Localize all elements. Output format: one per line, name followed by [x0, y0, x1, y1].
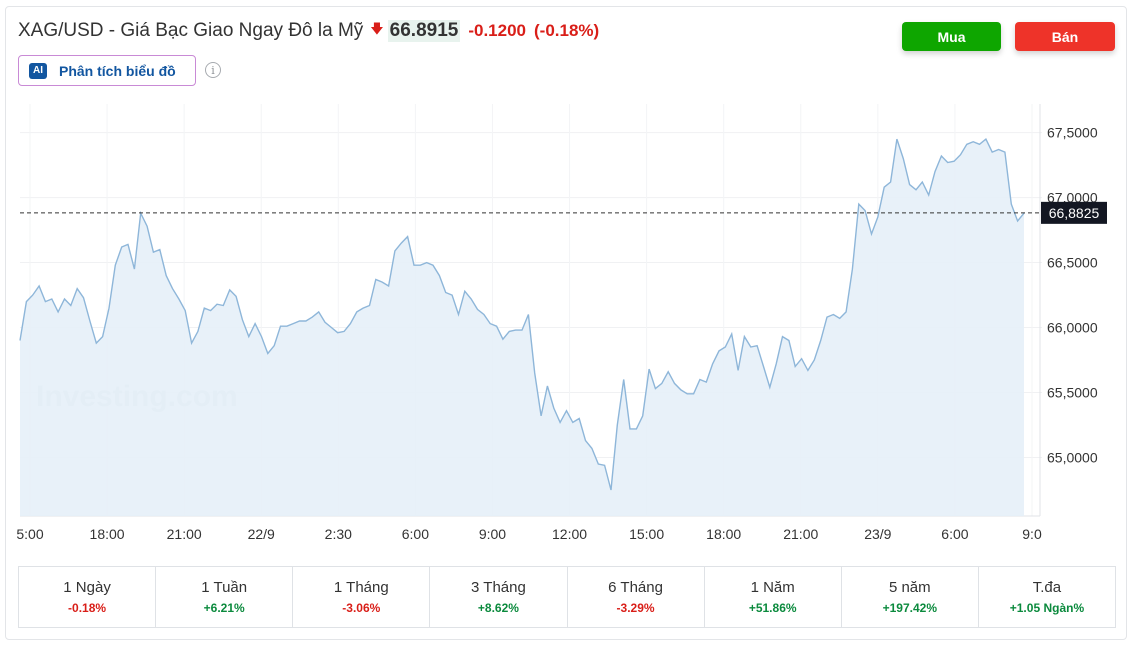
x-tick-label: 21:00: [167, 526, 202, 542]
y-tick-label: 65,5000: [1047, 385, 1098, 401]
performance-periods: 1 Ngày -0.18% 1 Tuần +6.21% 1 Tháng -3.0…: [18, 566, 1116, 628]
period-6-months[interactable]: 6 Tháng -3.29%: [568, 567, 705, 627]
x-tick-label: 5:00: [16, 526, 43, 542]
period-change: +51.86%: [748, 601, 797, 615]
period-1-year[interactable]: 1 Năm +51.86%: [705, 567, 842, 627]
period-change: +197.42%: [882, 601, 937, 615]
x-tick-label: 18:00: [90, 526, 125, 542]
x-tick-label: 12:00: [552, 526, 587, 542]
period-change: -0.18%: [68, 601, 107, 615]
x-tick-label: 22/9: [248, 526, 275, 542]
x-tick-label: 9:00: [479, 526, 506, 542]
x-tick-label: 23/9: [864, 526, 891, 542]
period-1-day[interactable]: 1 Ngày -0.18%: [19, 567, 157, 627]
period-change: +1.05 Ngàn%: [1009, 601, 1085, 615]
y-tick-label: 67,5000: [1047, 125, 1098, 141]
x-tick-label: 21:00: [783, 526, 818, 542]
y-tick-label: 66,5000: [1047, 255, 1098, 271]
x-tick-label: 6:00: [402, 526, 429, 542]
period-max[interactable]: T.đa +1.05 Ngàn%: [979, 567, 1115, 627]
x-tick-label: 15:00: [629, 526, 664, 542]
period-1-month[interactable]: 1 Tháng -3.06%: [293, 567, 431, 627]
x-tick-label: 6:00: [941, 526, 968, 542]
x-tick-label: 2:30: [325, 526, 352, 542]
period-change: +6.21%: [203, 601, 245, 615]
x-tick-label: 9:0: [1022, 526, 1042, 542]
period-change: +8.62%: [477, 601, 519, 615]
period-change: -3.06%: [342, 601, 381, 615]
x-tick-label: 18:00: [706, 526, 741, 542]
y-tick-label: 65,0000: [1047, 450, 1098, 466]
period-change: -3.29%: [616, 601, 655, 615]
current-price-label: 66,8825: [1049, 205, 1100, 221]
period-1-week[interactable]: 1 Tuần +6.21%: [156, 567, 294, 627]
y-tick-label: 66,0000: [1047, 320, 1098, 336]
period-5-years[interactable]: 5 năm +197.42%: [842, 567, 979, 627]
period-3-months[interactable]: 3 Tháng +8.62%: [430, 567, 568, 627]
price-chart[interactable]: 67,500067,000066,500066,000065,500065,00…: [0, 0, 1132, 560]
